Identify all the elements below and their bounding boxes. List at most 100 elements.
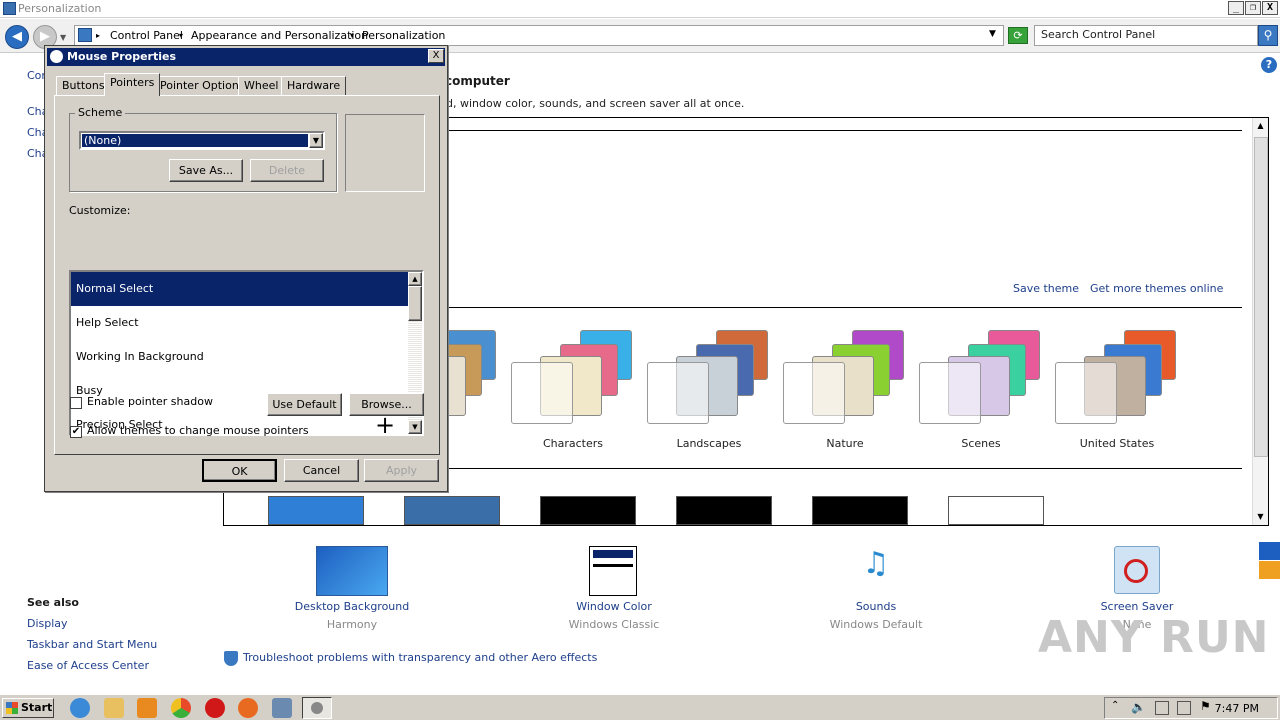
desktop-background-icon[interactable] — [316, 546, 388, 596]
precision-cursor-icon: + — [375, 411, 396, 436]
theme-thumbnail[interactable] — [1054, 326, 1180, 436]
list-item[interactable]: Working In Background — [71, 340, 408, 374]
window-color-icon[interactable] — [589, 546, 637, 596]
allow-themes-label: Allow themes to change mouse pointers — [87, 424, 309, 437]
explorer-icon[interactable] — [104, 698, 124, 718]
chrome-icon[interactable] — [171, 698, 191, 718]
help-icon[interactable]: ? — [1261, 57, 1277, 73]
troubleshoot-link[interactable]: Troubleshoot problems with transparency … — [243, 651, 597, 664]
clock[interactable]: 7:47 PM — [1209, 702, 1259, 715]
crumb-chevron-icon[interactable]: ▾ — [179, 31, 183, 40]
cancel-button[interactable]: Cancel — [284, 459, 359, 482]
theme-thumbnail[interactable] — [918, 326, 1044, 436]
maximize-button[interactable]: ❐ — [1245, 1, 1261, 15]
allow-themes-checkbox[interactable]: ✔ — [70, 426, 82, 438]
sounds-icon[interactable]: ♫ — [851, 546, 901, 596]
tab-wheel[interactable]: Wheel — [238, 76, 285, 95]
personalization-icon — [3, 2, 16, 15]
theme-thumbnail[interactable] — [782, 326, 908, 436]
start-button[interactable]: Start — [2, 698, 54, 718]
control-panel-icon — [78, 28, 92, 42]
list-item[interactable]: Help Select — [71, 306, 408, 340]
pointers-tab-panel: Scheme (None) ▼ Save As... Delete Custom… — [54, 95, 440, 455]
firefox-icon[interactable] — [238, 698, 258, 718]
tab-buttons[interactable]: Buttons — [56, 76, 111, 95]
scroll-thumb[interactable] — [408, 286, 422, 321]
get-more-themes-link[interactable]: Get more themes online — [1090, 282, 1223, 295]
chevron-down-icon[interactable]: ▼ — [309, 133, 323, 148]
back-button[interactable]: ◀ — [5, 25, 29, 49]
volume-icon[interactable]: 🔈 — [1131, 700, 1146, 714]
scroll-up-icon[interactable]: ▲ — [408, 272, 422, 286]
theme-name: Nature — [826, 437, 864, 450]
crumb-control-panel[interactable]: Control Panel — [110, 29, 183, 42]
ease-of-access-link[interactable]: Ease of Access Center — [27, 659, 149, 672]
media-player-icon[interactable] — [137, 698, 157, 718]
search-icon[interactable]: ⚲ — [1258, 25, 1278, 46]
taskbar-start-menu-link[interactable]: Taskbar and Start Menu — [27, 638, 157, 651]
scroll-down-icon[interactable]: ▼ — [408, 420, 422, 434]
crumb-chevron-icon[interactable]: ▾ — [350, 31, 354, 40]
scroll-thumb[interactable] — [1254, 137, 1268, 457]
delete-button[interactable]: Delete — [250, 159, 324, 182]
theme-thumbnail[interactable] — [510, 326, 636, 436]
theme-name: Landscapes — [676, 437, 742, 450]
desktop-background-link[interactable]: Desktop Background — [272, 600, 432, 613]
basic-theme-thumbnail[interactable] — [540, 496, 636, 525]
browse-button[interactable]: Browse... — [349, 393, 424, 416]
enable-shadow-checkbox[interactable] — [70, 397, 82, 409]
save-theme-link[interactable]: Save theme — [1013, 282, 1079, 295]
crumb-personalization[interactable]: Personalization — [362, 29, 445, 42]
desktop-background-value: Harmony — [326, 618, 378, 631]
gadget-icon[interactable] — [1259, 561, 1280, 579]
ie-icon[interactable] — [70, 698, 90, 718]
tab-hardware[interactable]: Hardware — [281, 76, 347, 95]
search-input[interactable]: Search Control Panel — [1034, 25, 1258, 46]
mouse-properties-dialog: Mouse Properties X Buttons Pointers Poin… — [44, 45, 448, 492]
recent-pages-chevron-icon[interactable]: ▼ — [60, 33, 66, 42]
theme-thumbnail[interactable] — [646, 326, 772, 436]
save-as-button[interactable]: Save As... — [169, 159, 243, 182]
control-panel-taskbar-icon[interactable] — [272, 698, 292, 718]
refresh-icon[interactable]: ⟳ — [1008, 27, 1028, 44]
system-tray: ⌃ 🔈 ⚑ 7:47 PM — [1104, 697, 1278, 719]
scroll-down-icon[interactable]: ▼ — [1254, 510, 1267, 523]
start-label: Start — [21, 701, 53, 714]
tray-expand-icon[interactable]: ⌃ — [1111, 700, 1119, 711]
address-bar[interactable]: ▸ Control Panel ▾ Appearance and Persona… — [74, 25, 1004, 46]
scheme-select[interactable]: (None) ▼ — [79, 131, 325, 150]
dialog-close-button[interactable]: X — [428, 49, 444, 63]
basic-theme-thumbnail[interactable] — [268, 496, 364, 525]
window-color-link[interactable]: Window Color — [534, 600, 694, 613]
scroll-up-icon[interactable]: ▲ — [1254, 119, 1267, 132]
ok-button[interactable]: OK — [202, 459, 277, 482]
address-dropdown-icon[interactable]: ▼ — [989, 29, 996, 39]
tab-pointer-options[interactable]: Pointer Options — [154, 76, 251, 95]
crumb-appearance[interactable]: Appearance and Personalization — [191, 29, 368, 42]
dialog-title-text: Mouse Properties — [67, 50, 177, 63]
see-also-heading: See also — [27, 596, 79, 609]
gadget-icon[interactable] — [1259, 542, 1280, 560]
crumb-chevron-icon[interactable]: ▸ — [96, 31, 100, 40]
screen-saver-icon[interactable] — [1114, 546, 1160, 594]
close-button[interactable]: X — [1262, 1, 1278, 15]
basic-theme-thumbnail[interactable] — [676, 496, 772, 525]
mouse-properties-taskbar-button[interactable] — [302, 697, 332, 719]
divider — [448, 130, 1242, 131]
sounds-link[interactable]: Sounds — [796, 600, 956, 613]
tab-pointers[interactable]: Pointers — [104, 73, 161, 96]
display-link[interactable]: Display — [27, 617, 68, 630]
basic-theme-thumbnail[interactable] — [404, 496, 500, 525]
themes-scrollbar[interactable]: ▲ ▼ — [1252, 118, 1268, 525]
monitor-icon[interactable] — [1177, 701, 1191, 715]
opera-icon[interactable] — [205, 698, 225, 718]
sounds-value: Windows Default — [829, 618, 923, 631]
scheme-label: Scheme — [75, 106, 126, 119]
use-default-button[interactable]: Use Default — [267, 393, 342, 416]
list-item[interactable]: Normal Select — [71, 272, 408, 306]
apply-button[interactable]: Apply — [364, 459, 439, 482]
basic-theme-thumbnail[interactable] — [812, 496, 908, 525]
basic-theme-thumbnail[interactable] — [948, 496, 1044, 525]
minimize-button[interactable]: _ — [1228, 1, 1244, 15]
network-icon[interactable] — [1155, 701, 1169, 715]
